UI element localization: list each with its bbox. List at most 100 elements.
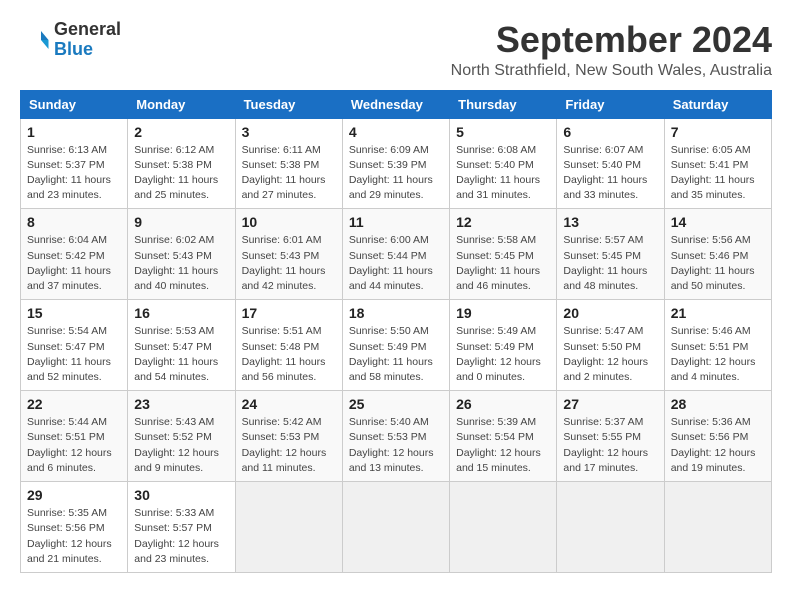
table-row: 3 Sunrise: 6:11 AMSunset: 5:38 PMDaylight… — [235, 118, 342, 209]
day-detail: Sunrise: 6:13 AMSunset: 5:37 PMDaylight:… — [27, 143, 121, 204]
calendar-title: September 2024 — [451, 20, 772, 60]
col-tuesday: Tuesday — [235, 90, 342, 118]
col-thursday: Thursday — [450, 90, 557, 118]
table-row: 24 Sunrise: 5:42 AMSunset: 5:53 PMDayligh… — [235, 391, 342, 482]
day-number: 29 — [27, 487, 121, 503]
col-friday: Friday — [557, 90, 664, 118]
day-detail: Sunrise: 5:43 AMSunset: 5:52 PMDaylight:… — [134, 415, 228, 476]
day-detail: Sunrise: 5:37 AMSunset: 5:55 PMDaylight:… — [563, 415, 657, 476]
table-row: 21 Sunrise: 5:46 AMSunset: 5:51 PMDayligh… — [664, 300, 771, 391]
day-detail: Sunrise: 6:00 AMSunset: 5:44 PMDaylight:… — [349, 233, 443, 294]
table-row: 22 Sunrise: 5:44 AMSunset: 5:51 PMDayligh… — [21, 391, 128, 482]
logo: General Blue — [20, 20, 121, 60]
table-row — [235, 482, 342, 573]
day-number: 9 — [134, 214, 228, 230]
table-row: 2 Sunrise: 6:12 AMSunset: 5:38 PMDaylight… — [128, 118, 235, 209]
table-row: 9 Sunrise: 6:02 AMSunset: 5:43 PMDaylight… — [128, 209, 235, 300]
day-number: 10 — [242, 214, 336, 230]
day-detail: Sunrise: 5:40 AMSunset: 5:53 PMDaylight:… — [349, 415, 443, 476]
day-detail: Sunrise: 5:58 AMSunset: 5:45 PMDaylight:… — [456, 233, 550, 294]
day-detail: Sunrise: 6:12 AMSunset: 5:38 PMDaylight:… — [134, 143, 228, 204]
day-detail: Sunrise: 6:02 AMSunset: 5:43 PMDaylight:… — [134, 233, 228, 294]
day-number: 8 — [27, 214, 121, 230]
day-number: 14 — [671, 214, 765, 230]
calendar-subtitle: North Strathfield, New South Wales, Aust… — [451, 62, 772, 80]
table-row: 18 Sunrise: 5:50 AMSunset: 5:49 PMDayligh… — [342, 300, 449, 391]
day-number: 28 — [671, 396, 765, 412]
day-detail: Sunrise: 5:56 AMSunset: 5:46 PMDaylight:… — [671, 233, 765, 294]
day-detail: Sunrise: 5:51 AMSunset: 5:48 PMDaylight:… — [242, 324, 336, 385]
table-row: 13Sunrise: 5:57 AMSunset: 5:45 PMDayligh… — [557, 209, 664, 300]
table-row: 26Sunrise: 5:39 AMSunset: 5:54 PMDayligh… — [450, 391, 557, 482]
table-row: 25 Sunrise: 5:40 AMSunset: 5:53 PMDayligh… — [342, 391, 449, 482]
day-number: 15 — [27, 305, 121, 321]
day-number: 22 — [27, 396, 121, 412]
day-number: 18 — [349, 305, 443, 321]
table-row: 6Sunrise: 6:07 AMSunset: 5:40 PMDaylight… — [557, 118, 664, 209]
day-number: 2 — [134, 124, 228, 140]
day-detail: Sunrise: 5:44 AMSunset: 5:51 PMDaylight:… — [27, 415, 121, 476]
day-detail: Sunrise: 6:09 AMSunset: 5:39 PMDaylight:… — [349, 143, 443, 204]
table-row: 8 Sunrise: 6:04 AMSunset: 5:42 PMDaylight… — [21, 209, 128, 300]
day-number: 19 — [456, 305, 550, 321]
day-number: 7 — [671, 124, 765, 140]
day-detail: Sunrise: 5:39 AMSunset: 5:54 PMDaylight:… — [456, 415, 550, 476]
table-row: 27 Sunrise: 5:37 AMSunset: 5:55 PMDayligh… — [557, 391, 664, 482]
col-saturday: Saturday — [664, 90, 771, 118]
table-row: 7 Sunrise: 6:05 AMSunset: 5:41 PMDaylight… — [664, 118, 771, 209]
table-row: 23 Sunrise: 5:43 AMSunset: 5:52 PMDayligh… — [128, 391, 235, 482]
logo-text: General Blue — [54, 20, 121, 60]
day-number: 1 — [27, 124, 121, 140]
day-detail: Sunrise: 5:50 AMSunset: 5:49 PMDaylight:… — [349, 324, 443, 385]
day-number: 30 — [134, 487, 228, 503]
day-number: 23 — [134, 396, 228, 412]
table-row — [450, 482, 557, 573]
day-detail: Sunrise: 5:47 AMSunset: 5:50 PMDaylight:… — [563, 324, 657, 385]
day-number: 6 — [563, 124, 657, 140]
col-monday: Monday — [128, 90, 235, 118]
table-row: 5 Sunrise: 6:08 AMSunset: 5:40 PMDaylight… — [450, 118, 557, 209]
day-number: 16 — [134, 305, 228, 321]
day-number: 24 — [242, 396, 336, 412]
day-number: 4 — [349, 124, 443, 140]
table-row — [664, 482, 771, 573]
title-block: September 2024 North Strathfield, New So… — [451, 20, 772, 80]
table-row — [342, 482, 449, 573]
day-detail: Sunrise: 5:49 AMSunset: 5:49 PMDaylight:… — [456, 324, 550, 385]
header: General Blue September 2024 North Strath… — [20, 20, 772, 80]
day-detail: Sunrise: 5:53 AMSunset: 5:47 PMDaylight:… — [134, 324, 228, 385]
table-row: 28 Sunrise: 5:36 AMSunset: 5:56 PMDayligh… — [664, 391, 771, 482]
day-number: 11 — [349, 214, 443, 230]
table-row: 4 Sunrise: 6:09 AMSunset: 5:39 PMDaylight… — [342, 118, 449, 209]
day-number: 3 — [242, 124, 336, 140]
table-row: 1 Sunrise: 6:13 AMSunset: 5:37 PMDaylight… — [21, 118, 128, 209]
day-number: 20 — [563, 305, 657, 321]
day-number: 17 — [242, 305, 336, 321]
day-number: 5 — [456, 124, 550, 140]
day-detail: Sunrise: 5:42 AMSunset: 5:53 PMDaylight:… — [242, 415, 336, 476]
day-detail: Sunrise: 5:57 AMSunset: 5:45 PMDaylight:… — [563, 233, 657, 294]
day-detail: Sunrise: 6:08 AMSunset: 5:40 PMDaylight:… — [456, 143, 550, 204]
table-row — [557, 482, 664, 573]
table-row: 20 Sunrise: 5:47 AMSunset: 5:50 PMDayligh… — [557, 300, 664, 391]
day-number: 12 — [456, 214, 550, 230]
table-row: 12 Sunrise: 5:58 AMSunset: 5:45 PMDayligh… — [450, 209, 557, 300]
table-row: 11 Sunrise: 6:00 AMSunset: 5:44 PMDayligh… — [342, 209, 449, 300]
table-row: 29 Sunrise: 5:35 AMSunset: 5:56 PMDayligh… — [21, 482, 128, 573]
day-number: 27 — [563, 396, 657, 412]
day-detail: Sunrise: 5:36 AMSunset: 5:56 PMDaylight:… — [671, 415, 765, 476]
table-row: 14 Sunrise: 5:56 AMSunset: 5:46 PMDayligh… — [664, 209, 771, 300]
table-row: 30Sunrise: 5:33 AMSunset: 5:57 PMDayligh… — [128, 482, 235, 573]
table-row: 10 Sunrise: 6:01 AMSunset: 5:43 PMDayligh… — [235, 209, 342, 300]
day-detail: Sunrise: 5:46 AMSunset: 5:51 PMDaylight:… — [671, 324, 765, 385]
day-number: 21 — [671, 305, 765, 321]
table-row: 17 Sunrise: 5:51 AMSunset: 5:48 PMDayligh… — [235, 300, 342, 391]
day-detail: Sunrise: 6:01 AMSunset: 5:43 PMDaylight:… — [242, 233, 336, 294]
day-number: 25 — [349, 396, 443, 412]
col-wednesday: Wednesday — [342, 90, 449, 118]
day-detail: Sunrise: 6:04 AMSunset: 5:42 PMDaylight:… — [27, 233, 121, 294]
day-detail: Sunrise: 6:11 AMSunset: 5:38 PMDaylight:… — [242, 143, 336, 204]
day-detail: Sunrise: 5:35 AMSunset: 5:56 PMDaylight:… — [27, 506, 121, 567]
table-row: 16 Sunrise: 5:53 AMSunset: 5:47 PMDayligh… — [128, 300, 235, 391]
day-detail: Sunrise: 6:05 AMSunset: 5:41 PMDaylight:… — [671, 143, 765, 204]
